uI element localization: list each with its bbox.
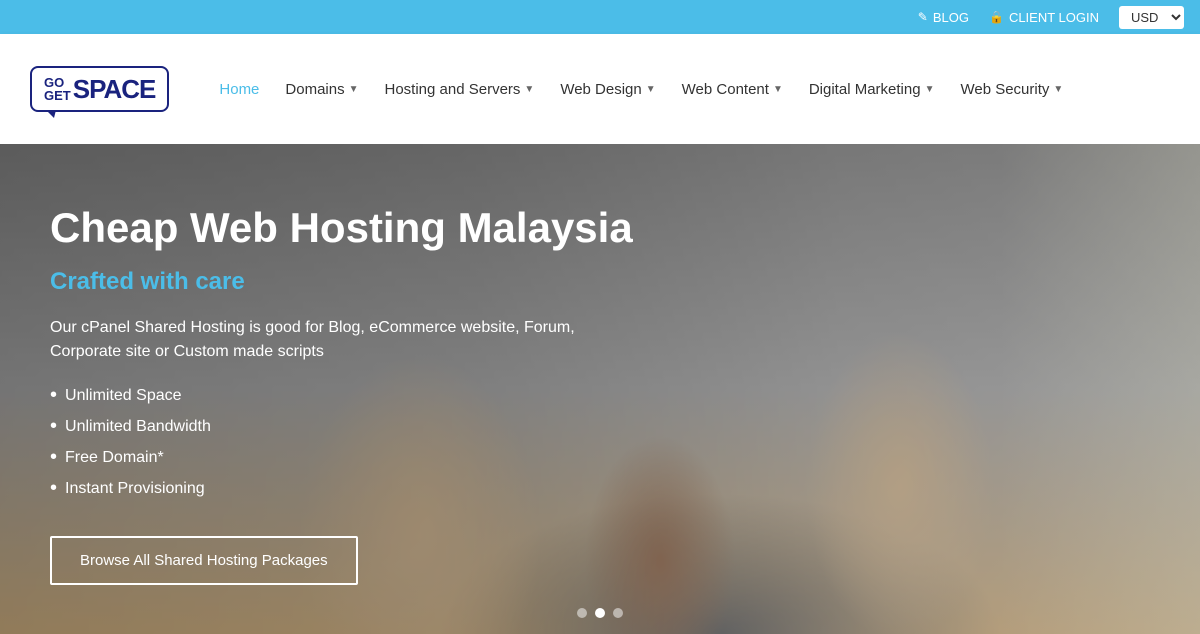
hero-feature-2: Unlimited Bandwidth (50, 415, 650, 438)
hero-description: Our cPanel Shared Hosting is good for Bl… (50, 316, 650, 364)
logo[interactable]: GO GET SPACE (30, 66, 169, 112)
carousel-dots (577, 608, 623, 618)
nav-item-hosting[interactable]: Hosting and Servers ▼ (375, 73, 545, 106)
blog-link[interactable]: ✎ BLOG (918, 10, 969, 25)
nav-label-web-design: Web Design (560, 81, 641, 98)
carousel-dot-2[interactable] (595, 608, 605, 618)
nav-links: Home Domains ▼ Hosting and Servers ▼ Web… (209, 73, 1170, 106)
login-label: CLIENT LOGIN (1009, 10, 1099, 25)
currency-select[interactable]: USD MYR EUR GBP (1119, 6, 1184, 29)
logo-get: GET (44, 89, 71, 102)
hero-feature-1: Unlimited Space (50, 384, 650, 407)
nav-label-home: Home (219, 81, 259, 98)
nav-bar: GO GET SPACE Home Domains ▼ Hosting and … (0, 34, 1200, 144)
nav-label-web-security: Web Security (960, 81, 1049, 98)
cta-button[interactable]: Browse All Shared Hosting Packages (50, 536, 358, 585)
nav-item-web-content[interactable]: Web Content ▼ (672, 73, 793, 106)
nav-item-digital-marketing[interactable]: Digital Marketing ▼ (799, 73, 945, 106)
cta-label: Browse All Shared Hosting Packages (80, 552, 328, 569)
nav-label-web-content: Web Content (682, 81, 769, 98)
chevron-down-icon: ▼ (925, 84, 935, 95)
top-bar: ✎ BLOG 🔒 CLIENT LOGIN USD MYR EUR GBP (0, 0, 1200, 34)
nav-label-hosting: Hosting and Servers (385, 81, 521, 98)
chevron-down-icon: ▼ (773, 84, 783, 95)
chevron-down-icon: ▼ (646, 84, 656, 95)
carousel-dot-1[interactable] (577, 608, 587, 618)
hero-subtitle: Crafted with care (50, 268, 650, 296)
hero-section: Cheap Web Hosting Malaysia Crafted with … (0, 144, 1200, 634)
blog-label: BLOG (933, 10, 969, 25)
nav-label-domains: Domains (285, 81, 344, 98)
chevron-down-icon: ▼ (524, 84, 534, 95)
nav-label-digital-marketing: Digital Marketing (809, 81, 921, 98)
hero-features-list: Unlimited Space Unlimited Bandwidth Free… (50, 384, 650, 500)
chevron-down-icon: ▼ (349, 84, 359, 95)
nav-item-web-security[interactable]: Web Security ▼ (950, 73, 1073, 106)
blog-icon: ✎ (918, 10, 928, 24)
nav-item-web-design[interactable]: Web Design ▼ (550, 73, 665, 106)
chevron-down-icon: ▼ (1053, 84, 1063, 95)
login-link[interactable]: 🔒 CLIENT LOGIN (989, 10, 1099, 25)
lock-icon: 🔒 (989, 10, 1004, 24)
hero-title: Cheap Web Hosting Malaysia (50, 204, 650, 252)
hero-feature-4: Instant Provisioning (50, 477, 650, 500)
hero-content: Cheap Web Hosting Malaysia Crafted with … (0, 144, 700, 634)
nav-item-domains[interactable]: Domains ▼ (275, 73, 368, 106)
carousel-dot-3[interactable] (613, 608, 623, 618)
nav-item-home[interactable]: Home (209, 73, 269, 106)
hero-feature-3: Free Domain* (50, 446, 650, 469)
hero-window-decoration (1000, 144, 1200, 634)
logo-space: SPACE (73, 76, 156, 102)
